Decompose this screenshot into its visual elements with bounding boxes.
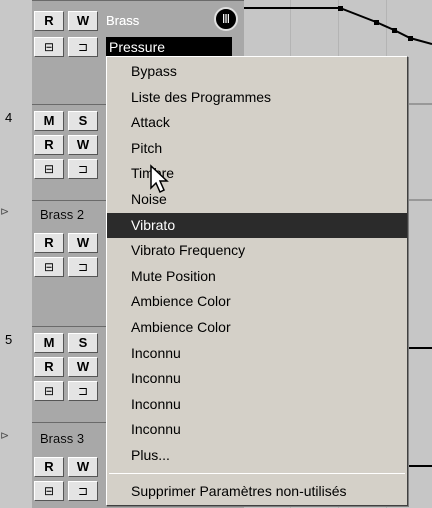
parameter-context-menu: BypassListe des ProgrammesAttackPitchTim… xyxy=(106,56,408,506)
menu-item-plus[interactable]: Plus... xyxy=(107,443,407,469)
lock-icon[interactable]: ⊐ xyxy=(68,37,98,57)
mute-button[interactable]: M xyxy=(34,333,64,353)
track-name[interactable]: Brass xyxy=(106,13,139,28)
lock-icon[interactable]: ⊐ xyxy=(68,257,98,277)
fold-arrow-icon[interactable]: ⊳ xyxy=(0,206,12,218)
mouse-cursor-icon xyxy=(150,164,169,194)
menu-item-mute-position[interactable]: Mute Position xyxy=(107,264,407,290)
menu-item-ambience-color[interactable]: Ambience Color xyxy=(107,289,407,315)
track-name[interactable]: Brass 2 xyxy=(40,207,84,222)
lock-icon[interactable]: ⊐ xyxy=(68,159,98,179)
solo-button[interactable]: S xyxy=(68,111,98,131)
menu-item-inconnu[interactable]: Inconnu xyxy=(107,341,407,367)
mute-button[interactable]: M xyxy=(34,111,64,131)
automation-icon[interactable]: Ⅲ xyxy=(214,7,238,31)
monitor-icon[interactable]: ⊟ xyxy=(34,257,64,277)
menu-item-liste-des-programmes[interactable]: Liste des Programmes xyxy=(107,85,407,111)
lock-icon[interactable]: ⊐ xyxy=(68,481,98,501)
monitor-icon[interactable]: ⊟ xyxy=(34,159,64,179)
read-button[interactable]: R xyxy=(34,457,64,477)
read-button[interactable]: R xyxy=(34,233,64,253)
solo-button[interactable]: S xyxy=(68,333,98,353)
track-number-gutter: 4 ⊳ 5 ⊳ xyxy=(0,0,32,508)
track-number: 5 xyxy=(5,332,13,347)
monitor-icon[interactable]: ⊟ xyxy=(34,37,64,57)
write-button[interactable]: W xyxy=(68,357,98,377)
menu-item-inconnu[interactable]: Inconnu xyxy=(107,392,407,418)
write-button[interactable]: W xyxy=(68,457,98,477)
track-name[interactable]: Brass 3 xyxy=(40,431,84,446)
fold-arrow-icon[interactable]: ⊳ xyxy=(0,430,12,442)
menu-item-inconnu[interactable]: Inconnu xyxy=(107,417,407,443)
menu-item-vibrato[interactable]: Vibrato xyxy=(107,212,407,239)
track-number: 4 xyxy=(5,110,13,125)
menu-item-attack[interactable]: Attack xyxy=(107,110,407,136)
menu-item-remove-unused-parameters[interactable]: Supprimer Paramètres non-utilisés xyxy=(107,479,407,505)
menu-item-bypass[interactable]: Bypass xyxy=(107,59,407,85)
menu-item-vibrato-frequency[interactable]: Vibrato Frequency xyxy=(107,238,407,264)
read-button[interactable]: R xyxy=(34,11,64,31)
menu-item-pitch[interactable]: Pitch xyxy=(107,136,407,162)
lock-icon[interactable]: ⊐ xyxy=(68,381,98,401)
monitor-icon[interactable]: ⊟ xyxy=(34,481,64,501)
menu-separator xyxy=(109,472,405,474)
menu-item-ambience-color[interactable]: Ambience Color xyxy=(107,315,407,341)
parameter-select-field[interactable]: Pressure xyxy=(106,37,232,57)
write-button[interactable]: W xyxy=(68,11,98,31)
menu-item-inconnu[interactable]: Inconnu xyxy=(107,366,407,392)
read-button[interactable]: R xyxy=(34,135,64,155)
monitor-icon[interactable]: ⊟ xyxy=(34,381,64,401)
write-button[interactable]: W xyxy=(68,233,98,253)
write-button[interactable]: W xyxy=(68,135,98,155)
read-button[interactable]: R xyxy=(34,357,64,377)
